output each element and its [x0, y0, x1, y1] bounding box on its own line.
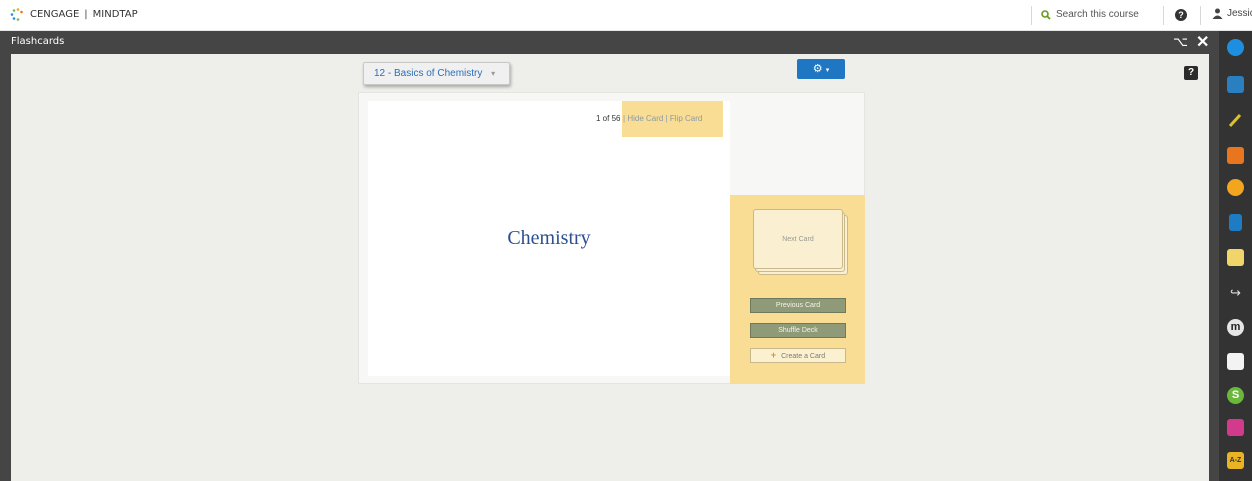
chevron-down-icon: ▾: [491, 69, 496, 78]
search-icon: [1041, 9, 1051, 20]
close-icon[interactable]: ✕: [1196, 32, 1209, 52]
help-icon[interactable]: ?: [1175, 9, 1187, 21]
notepad-icon[interactable]: [1227, 249, 1244, 266]
shuffle-deck-label: Shuffle Deck: [778, 327, 818, 334]
next-card-button[interactable]: Next Card: [753, 209, 843, 269]
book-icon[interactable]: [1229, 214, 1242, 231]
comment-icon[interactable]: [1227, 353, 1244, 370]
brand-divider: |: [84, 9, 88, 20]
app-dock: ↪ m S A-Z: [1219, 31, 1252, 481]
frame-left-border: [0, 54, 11, 481]
user-menu[interactable]: Jessica ⌄: [1212, 8, 1252, 19]
circle-b-icon[interactable]: [1227, 179, 1244, 196]
az-icon[interactable]: A-Z: [1227, 452, 1244, 469]
frame-right-border: [1209, 54, 1219, 481]
deck-select-value: 12 - Basics of Chemistry: [374, 68, 483, 79]
header-divider: [1200, 6, 1201, 25]
header-divider: [1163, 6, 1164, 25]
brand-product: MINDTAP: [92, 9, 138, 20]
window-titlebar: Flashcards ⌥ ✕: [0, 31, 1219, 54]
briefcase-icon[interactable]: [1227, 76, 1244, 93]
top-header: CENGAGE | MINDTAP Search this course ? J…: [0, 0, 1252, 31]
rss-icon[interactable]: [1227, 147, 1244, 164]
course-search[interactable]: Search this course: [1041, 9, 1139, 20]
window-title: Flashcards: [11, 36, 65, 47]
hide-card-link[interactable]: Hide Card: [627, 114, 663, 123]
pencil-icon[interactable]: [1227, 112, 1244, 129]
m-icon[interactable]: m: [1227, 319, 1244, 336]
card-term: Chemistry: [507, 227, 591, 249]
shuffle-deck-button[interactable]: Shuffle Deck: [750, 323, 846, 338]
search-text: Search this course: [1056, 9, 1139, 20]
card-counter: 1 of 56: [596, 114, 621, 123]
user-icon: [1212, 8, 1223, 19]
create-card-label: Create a Card: [781, 353, 826, 360]
cengage-logo-icon: [10, 8, 23, 21]
plus-icon: +: [770, 350, 777, 360]
brand-name: CENGAGE: [30, 9, 80, 20]
previous-card-label: Previous Card: [775, 302, 821, 309]
chat-icon[interactable]: [1227, 419, 1244, 436]
next-card-label: Next Card: [782, 236, 814, 243]
pin-icon[interactable]: ⌥: [1173, 34, 1188, 50]
gear-icon: ⚙: [812, 63, 823, 75]
s-icon[interactable]: S: [1227, 387, 1244, 404]
user-name: Jessica: [1227, 8, 1252, 19]
chevron-down-icon: ▾: [825, 67, 830, 74]
card-actions-separator: |: [623, 114, 626, 123]
brand-logo[interactable]: CENGAGE | MINDTAP: [10, 8, 138, 21]
help-button[interactable]: ?: [1184, 66, 1198, 80]
chemistry-link-icon[interactable]: ↪: [1227, 284, 1244, 301]
cengage-icon[interactable]: [1227, 39, 1244, 56]
deck-select[interactable]: 12 - Basics of Chemistry ▾: [363, 62, 510, 85]
previous-card-button[interactable]: Previous Card: [750, 298, 846, 313]
settings-button[interactable]: ⚙ ▾: [797, 59, 845, 79]
card-actions-separator: |: [665, 114, 668, 123]
header-divider: [1031, 6, 1032, 25]
create-card-button[interactable]: + Create a Card: [750, 348, 846, 363]
flip-card-link[interactable]: Flip Card: [670, 114, 702, 123]
card-actions: | Hide Card | Flip Card: [622, 101, 723, 137]
